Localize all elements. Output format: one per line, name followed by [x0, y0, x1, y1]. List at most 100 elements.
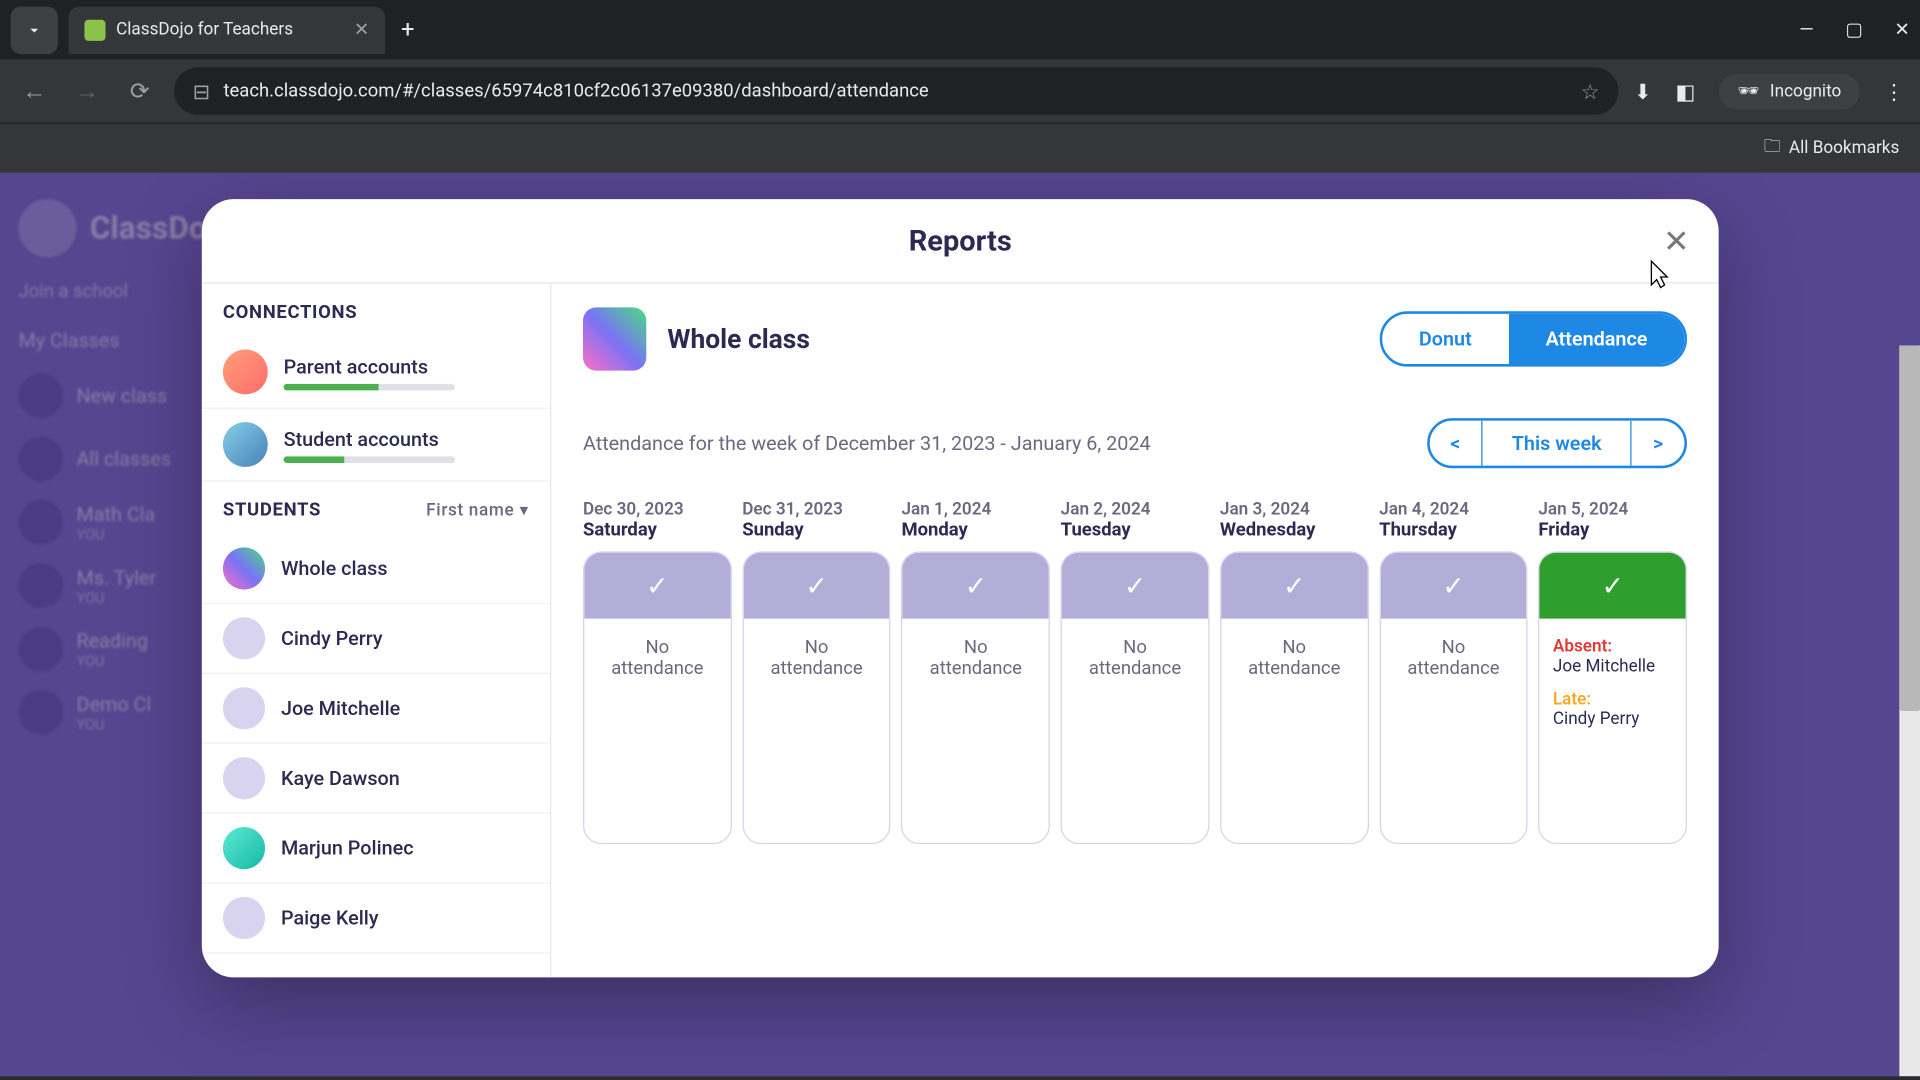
day-status: No attendance — [903, 619, 1049, 843]
reports-main: Whole class Donut Attendance Attendance … — [551, 284, 1718, 978]
day-card[interactable]: ✓No attendance — [583, 551, 732, 844]
day-card-head: ✓ — [584, 553, 730, 619]
attendance-days-grid: Dec 30, 2023 Saturday ✓No attendance Dec… — [583, 500, 1687, 844]
url-text: teach.classdojo.com/#/classes/65974c810c… — [223, 80, 1567, 101]
day-status: No attendance — [1062, 619, 1208, 843]
menu-icon[interactable]: ⋮ — [1884, 78, 1905, 103]
day-name: Monday — [901, 520, 1050, 541]
tab-search-button[interactable] — [11, 6, 58, 53]
day-card[interactable]: ✓No attendance — [1061, 551, 1210, 844]
student-accounts-label: Student accounts — [284, 427, 455, 451]
downloads-icon[interactable]: ⬇ — [1634, 78, 1652, 103]
class-avatar-icon — [223, 547, 265, 589]
modal-header: Reports ✕ — [202, 199, 1719, 283]
view-toggle: Donut Attendance — [1379, 311, 1687, 366]
day-card-head: ✓ — [903, 553, 1049, 619]
late-label: Late: — [1553, 690, 1591, 710]
date-range-text: Attendance for the week of December 31, … — [583, 431, 1151, 455]
student-item[interactable]: Marjun Polinec — [202, 814, 550, 884]
student-item[interactable]: Joe Mitchelle — [202, 674, 550, 744]
close-window-icon[interactable]: ✕ — [1894, 19, 1909, 40]
day-card-head: ✓ — [1221, 553, 1367, 619]
student-name: Joe Mitchelle — [281, 696, 400, 720]
sort-label: First name — [426, 501, 514, 521]
student-name: Kaye Dawson — [281, 766, 400, 790]
all-bookmarks-button[interactable]: 🗀 All Bookmarks — [1764, 134, 1900, 163]
check-icon: ✓ — [805, 570, 827, 602]
prev-week-button[interactable]: < — [1429, 421, 1483, 466]
connections-header: CONNECTIONS — [202, 284, 550, 337]
day-date: Jan 5, 2024 — [1538, 500, 1687, 520]
check-icon: ✓ — [1283, 570, 1305, 602]
parent-avatar-icon — [223, 350, 268, 395]
back-icon[interactable]: ← — [16, 77, 53, 105]
students-header-label: STUDENTS — [223, 500, 321, 521]
student-item[interactable]: Paige Kelly — [202, 884, 550, 954]
sidepanel-icon[interactable]: ◧ — [1675, 78, 1695, 103]
page-scrollbar[interactable] — [1899, 346, 1920, 1077]
incognito-badge[interactable]: 🕶 Incognito — [1719, 73, 1860, 109]
this-week-button[interactable]: This week — [1483, 421, 1632, 466]
favicon — [84, 19, 105, 40]
address-bar[interactable]: ⊟ teach.classdojo.com/#/classes/65974c81… — [174, 67, 1618, 114]
day-card[interactable]: ✓No attendance — [901, 551, 1050, 844]
close-tab-icon[interactable]: ✕ — [354, 19, 369, 40]
maximize-icon[interactable]: ▢ — [1845, 19, 1862, 40]
modal-overlay: Reports ✕ CONNECTIONS Parent accounts — [0, 173, 1920, 1077]
scroll-thumb[interactable] — [1899, 346, 1920, 711]
next-week-button[interactable]: > — [1632, 421, 1684, 466]
day-column: Dec 30, 2023 Saturday ✓No attendance — [583, 500, 732, 844]
folder-icon: 🗀 — [1764, 134, 1781, 163]
student-avatar-icon — [223, 687, 265, 729]
site-settings-icon[interactable]: ⊟ — [193, 78, 211, 103]
check-icon: ✓ — [1602, 570, 1624, 602]
student-avatar-icon — [223, 422, 268, 467]
day-date: Jan 2, 2024 — [1061, 500, 1210, 520]
student-item[interactable]: Kaye Dawson — [202, 744, 550, 814]
student-name: Whole class — [281, 557, 388, 581]
bookmark-star-icon[interactable]: ☆ — [1581, 78, 1600, 103]
absent-entry: Absent: Joe Mitchelle — [1553, 637, 1673, 677]
day-card-head: ✓ — [744, 553, 890, 619]
day-card[interactable]: ✓No attendance — [1220, 551, 1369, 844]
new-tab-button[interactable]: + — [401, 16, 414, 44]
modal-title: Reports — [909, 226, 1012, 259]
student-avatar-icon — [223, 827, 265, 869]
day-column: Jan 2, 2024 Tuesday ✓No attendance — [1061, 500, 1210, 844]
parent-accounts-item[interactable]: Parent accounts — [202, 336, 550, 409]
day-card-head: ✓ — [1380, 553, 1526, 619]
day-card[interactable]: ✓No attendance — [742, 551, 891, 844]
sort-dropdown[interactable]: First name ▾ — [426, 501, 529, 521]
day-column: Jan 4, 2024 Thursday ✓No attendance — [1379, 500, 1528, 844]
reports-sidebar: CONNECTIONS Parent accounts Student acco… — [202, 284, 552, 978]
student-avatar-icon — [223, 617, 265, 659]
class-icon — [583, 307, 646, 370]
student-item[interactable]: Cindy Perry — [202, 604, 550, 674]
day-card-head-taken: ✓ — [1540, 553, 1686, 619]
reports-modal: Reports ✕ CONNECTIONS Parent accounts — [202, 199, 1719, 977]
day-date: Jan 4, 2024 — [1379, 500, 1528, 520]
parent-accounts-label: Parent accounts — [284, 354, 455, 378]
class-title: Whole class — [667, 323, 1358, 355]
day-status: No attendance — [1380, 619, 1526, 843]
day-date: Dec 30, 2023 — [583, 500, 732, 520]
minimize-icon[interactable]: — — [1799, 19, 1813, 40]
day-card-head: ✓ — [1062, 553, 1208, 619]
day-card[interactable]: ✓ No attendance — [1379, 551, 1528, 844]
close-icon[interactable]: ✕ — [1663, 223, 1690, 260]
day-name: Wednesday — [1220, 520, 1369, 541]
donut-toggle[interactable]: Donut — [1382, 314, 1509, 364]
reload-icon[interactable]: ⟳ — [121, 77, 158, 105]
browser-tab[interactable]: ClassDojo for Teachers ✕ — [69, 6, 386, 53]
forward-icon[interactable]: → — [69, 77, 106, 105]
student-name: Marjun Polinec — [281, 836, 414, 860]
student-avatar-icon — [223, 757, 265, 799]
day-name: Sunday — [742, 520, 891, 541]
attendance-toggle[interactable]: Attendance — [1509, 314, 1685, 364]
check-icon: ✓ — [1442, 570, 1464, 602]
day-status: No attendance — [584, 619, 730, 843]
student-whole-class[interactable]: Whole class — [202, 534, 550, 604]
day-card[interactable]: ✓ Absent: Joe Mitchelle Late: Cindy Perr… — [1538, 551, 1687, 844]
chevron-down-icon: ▾ — [520, 501, 529, 521]
student-accounts-item[interactable]: Student accounts — [202, 409, 550, 482]
